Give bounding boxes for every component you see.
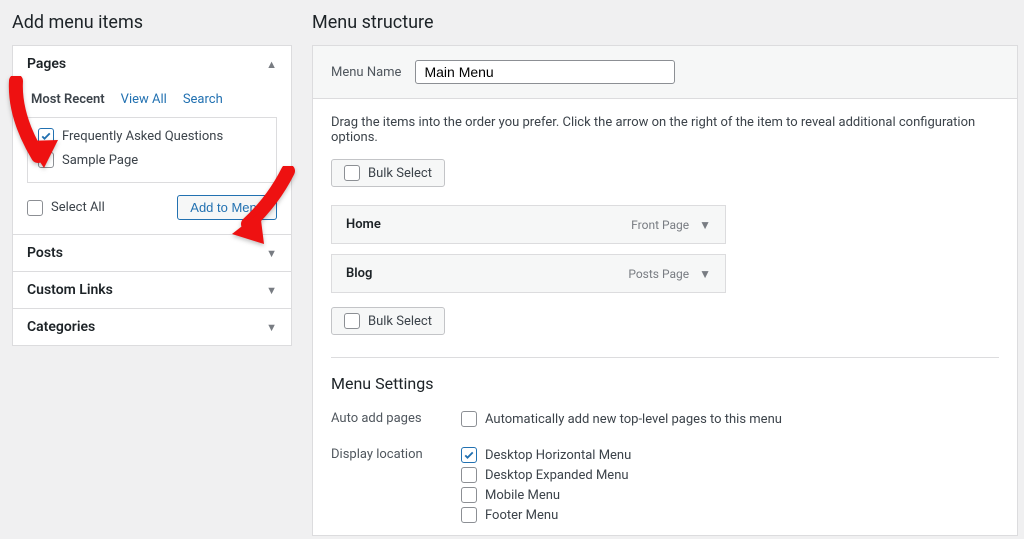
accordion-pages: Pages ▲ Most Recent View All Search Freq… <box>13 46 291 234</box>
location-label: Desktop Expanded Menu <box>485 468 629 483</box>
bulk-select-label: Bulk Select <box>368 314 432 329</box>
menu-settings-title: Menu Settings <box>331 374 999 393</box>
accordion-custom-links-label: Custom Links <box>27 282 113 298</box>
accordion-posts: Posts ▼ <box>13 234 291 271</box>
page-item-sample[interactable]: Sample Page <box>38 152 266 168</box>
add-items-accordion: Pages ▲ Most Recent View All Search Freq… <box>12 45 292 346</box>
location-desktop-horizontal[interactable]: Desktop Horizontal Menu <box>461 447 999 463</box>
page-item-label: Sample Page <box>62 153 138 168</box>
menu-settings: Menu Settings Auto add pages Automatical… <box>331 357 999 535</box>
location-label: Mobile Menu <box>485 488 560 503</box>
checkbox-unchecked-icon[interactable] <box>461 507 477 523</box>
menu-structure-title: Menu structure <box>312 12 1018 33</box>
menu-name-input[interactable] <box>415 60 675 84</box>
menu-item-type: Posts Page <box>628 267 689 281</box>
menu-item-list: Home Front Page ▼ Blog Posts Page ▼ <box>331 205 999 293</box>
add-footer: Select All Add to Menu <box>27 195 277 220</box>
accordion-posts-header[interactable]: Posts ▼ <box>13 235 291 271</box>
menu-item-blog[interactable]: Blog Posts Page ▼ <box>331 254 726 293</box>
chevron-down-icon: ▼ <box>266 247 277 260</box>
checkbox-checked-icon[interactable] <box>38 128 54 144</box>
chevron-down-icon[interactable]: ▼ <box>699 267 711 281</box>
menu-structure-body: Drag the items into the order you prefer… <box>313 99 1017 535</box>
location-label: Desktop Horizontal Menu <box>485 448 631 463</box>
location-desktop-expanded[interactable]: Desktop Expanded Menu <box>461 467 999 483</box>
menu-item-type: Front Page <box>631 218 689 232</box>
auto-add-option[interactable]: Automatically add new top-level pages to… <box>461 411 999 427</box>
menu-item-label: Blog <box>346 266 372 281</box>
bulk-select-label: Bulk Select <box>368 166 432 181</box>
pages-tabs: Most Recent View All Search <box>27 92 277 107</box>
tab-view-all[interactable]: View All <box>121 92 167 107</box>
tab-most-recent[interactable]: Most Recent <box>31 92 105 107</box>
menu-name-row: Menu Name <box>313 46 1017 99</box>
display-location-label: Display location <box>331 447 461 527</box>
checkbox-unchecked-icon[interactable] <box>461 411 477 427</box>
menu-item-home[interactable]: Home Front Page ▼ <box>331 205 726 244</box>
select-all[interactable]: Select All <box>27 200 105 216</box>
checkbox-unchecked-icon[interactable] <box>461 467 477 483</box>
accordion-pages-label: Pages <box>27 56 66 72</box>
page-item-label: Frequently Asked Questions <box>62 129 223 144</box>
accordion-pages-body: Most Recent View All Search Frequently A… <box>13 82 291 234</box>
menu-structure-panel: Menu Name Drag the items into the order … <box>312 45 1018 536</box>
accordion-categories-label: Categories <box>27 319 95 335</box>
bulk-select-top[interactable]: Bulk Select <box>331 159 445 187</box>
page-item-faq[interactable]: Frequently Asked Questions <box>38 128 266 144</box>
checkbox-checked-icon[interactable] <box>461 447 477 463</box>
select-all-label: Select All <box>51 200 105 215</box>
accordion-custom-links-header[interactable]: Custom Links ▼ <box>13 272 291 308</box>
checkbox-unchecked-icon[interactable] <box>344 165 360 181</box>
menu-item-meta: Posts Page ▼ <box>628 267 711 281</box>
add-items-title: Add menu items <box>12 12 292 33</box>
chevron-down-icon: ▼ <box>266 284 277 297</box>
menu-item-meta: Front Page ▼ <box>631 218 711 232</box>
menu-item-label: Home <box>346 217 381 232</box>
accordion-pages-header[interactable]: Pages ▲ <box>13 46 291 82</box>
setting-auto-add: Auto add pages Automatically add new top… <box>331 403 999 439</box>
chevron-down-icon[interactable]: ▼ <box>699 218 711 232</box>
chevron-up-icon: ▲ <box>266 58 277 71</box>
location-label: Footer Menu <box>485 508 558 523</box>
drag-hint: Drag the items into the order you prefer… <box>331 115 999 145</box>
checkbox-unchecked-icon[interactable] <box>38 152 54 168</box>
auto-add-option-label: Automatically add new top-level pages to… <box>485 412 782 427</box>
location-footer[interactable]: Footer Menu <box>461 507 999 523</box>
accordion-categories: Categories ▼ <box>13 308 291 345</box>
accordion-custom-links: Custom Links ▼ <box>13 271 291 308</box>
add-menu-items-column: Add menu items Pages ▲ Most Recent View … <box>12 12 292 539</box>
bulk-select-bottom[interactable]: Bulk Select <box>331 307 445 335</box>
menu-structure-column: Menu structure Menu Name Drag the items … <box>312 12 1018 539</box>
checkbox-unchecked-icon[interactable] <box>27 200 43 216</box>
accordion-categories-header[interactable]: Categories ▼ <box>13 309 291 345</box>
add-to-menu-button[interactable]: Add to Menu <box>177 195 277 220</box>
pages-checklist: Frequently Asked Questions Sample Page <box>27 117 277 183</box>
location-mobile[interactable]: Mobile Menu <box>461 487 999 503</box>
setting-display-location: Display location Desktop Horizontal Menu… <box>331 439 999 535</box>
tab-search[interactable]: Search <box>183 92 223 107</box>
checkbox-unchecked-icon[interactable] <box>461 487 477 503</box>
chevron-down-icon: ▼ <box>266 321 277 334</box>
auto-add-label: Auto add pages <box>331 411 461 431</box>
accordion-posts-label: Posts <box>27 245 63 261</box>
checkbox-unchecked-icon[interactable] <box>344 313 360 329</box>
menu-name-label: Menu Name <box>331 65 401 80</box>
